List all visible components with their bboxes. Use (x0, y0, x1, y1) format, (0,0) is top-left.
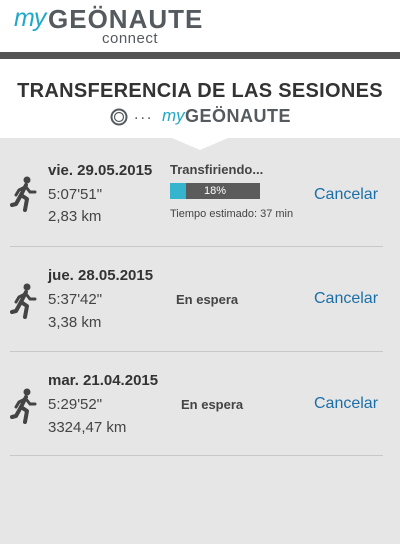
transfer-status: En espera (176, 292, 239, 307)
small-logo-my-text: my (162, 106, 185, 125)
session-row: jue. 28.05.2015 5:37'42" 3,38 km En espe… (0, 246, 400, 352)
session-row: vie. 29.05.2015 5:07'51" 2,83 km Transfi… (0, 138, 400, 244)
logo-connect-text: connect (102, 30, 159, 47)
session-duration: 5:07'51" (48, 186, 103, 203)
header-divider-bar (0, 52, 400, 59)
row-divider (10, 455, 383, 456)
transfer-status: Transfiriendo... (170, 162, 264, 177)
transfer-progress-bar: 18% (170, 183, 260, 199)
session-distance: 2,83 km (48, 208, 102, 225)
runner-icon (10, 388, 37, 424)
small-logo-brand-text: GEÖNAUTE (185, 106, 292, 126)
session-date: vie. 29.05.2015 (48, 162, 153, 179)
session-row: mar. 21.04.2015 5:29'52" 3324,47 km En e… (0, 351, 400, 457)
runner-icon (10, 176, 37, 212)
app-header: my GEÖNAUTE connect (0, 0, 400, 52)
cancel-button[interactable]: Cancelar (314, 395, 378, 413)
logo-my-text: my (14, 4, 46, 32)
session-duration: 5:37'42" (48, 291, 103, 308)
mygeonaute-connect-logo: my GEÖNAUTE connect (14, 4, 202, 50)
session-date: jue. 28.05.2015 (48, 267, 154, 284)
cancel-button[interactable]: Cancelar (314, 290, 378, 308)
session-distance: 3324,47 km (48, 419, 127, 436)
transfer-graphic: ... my GEÖNAUTE (110, 106, 292, 134)
cancel-button[interactable]: Cancelar (314, 186, 378, 204)
session-date: mar. 21.04.2015 (48, 372, 159, 389)
page-title: TRANSFERENCIA DE LAS SESIONES (17, 80, 383, 102)
transfer-dots: ... (134, 106, 154, 123)
estimated-time: Tiempo estimado: 37 min (170, 208, 294, 220)
watch-icon (110, 108, 128, 126)
transfer-title-area: TRANSFERENCIA DE LAS SESIONES ... my GEÖ… (0, 59, 400, 138)
session-duration: 5:29'52" (48, 396, 103, 413)
runner-icon (10, 283, 37, 319)
progress-percent: 18% (203, 185, 227, 197)
transfer-status: En espera (181, 397, 244, 412)
session-distance: 3,38 km (48, 314, 102, 331)
